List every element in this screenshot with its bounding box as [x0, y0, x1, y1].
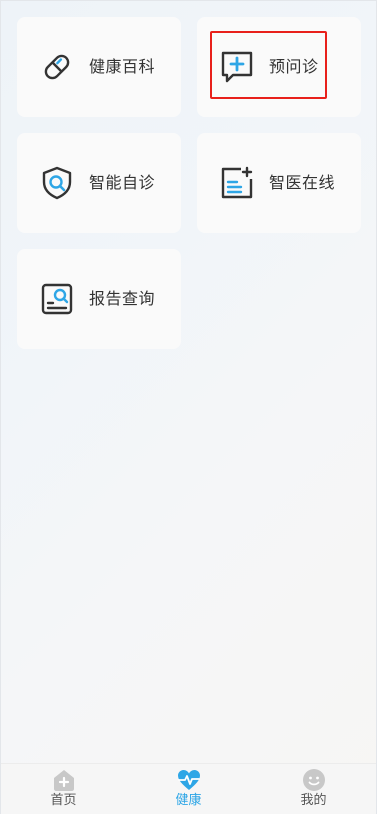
selection-highlight-box	[210, 31, 327, 99]
health-wiki-label: 健康百科	[89, 57, 156, 76]
smart-doctor-label: 智医在线	[269, 173, 336, 192]
heartbeat-icon	[177, 770, 200, 790]
tab-mine[interactable]: 我的	[251, 764, 376, 814]
shield-search-icon	[42, 166, 72, 200]
tab-mine-label: 我的	[300, 793, 327, 808]
smart-doctor-card[interactable]: 智医在线	[197, 133, 361, 233]
smile-icon	[302, 769, 325, 791]
report-search-icon	[41, 283, 73, 315]
report-query-card[interactable]: 报告查询	[17, 249, 181, 349]
tab-home[interactable]: 首页	[1, 764, 126, 814]
self-diagnosis-label: 智能自诊	[89, 173, 156, 192]
tab-home-label: 首页	[50, 793, 77, 808]
tab-health[interactable]: 健康	[126, 764, 251, 814]
report-query-label: 报告查询	[89, 289, 156, 308]
health-wiki-card[interactable]: 健康百科	[17, 17, 181, 117]
tab-health-label: 健康	[175, 793, 202, 808]
document-plus-icon	[221, 166, 253, 199]
pill-icon	[44, 54, 70, 80]
bottom-tab-bar: 首页 健康 我的	[1, 763, 376, 814]
app-frame	[0, 0, 377, 814]
self-diagnosis-card[interactable]: 智能自诊	[17, 133, 181, 233]
home-icon	[53, 770, 74, 791]
